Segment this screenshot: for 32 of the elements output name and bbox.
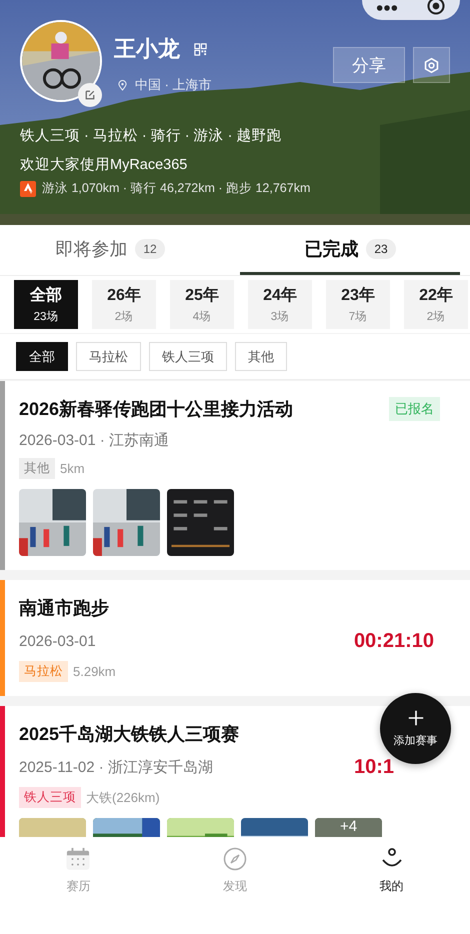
status-badge: 已报名 (389, 397, 440, 421)
year-filter[interactable]: 24年 3场 (248, 280, 312, 329)
race-card[interactable]: 2026新春驿传跑团十公里接力活动 已报名 2026-03-01 · 江苏南通 其他 5km (0, 381, 470, 570)
race-card[interactable]: 南通市跑步 2026-03-01 00:21:10 马拉松 5.29km (0, 580, 470, 696)
year-filter[interactable]: 26年 2场 (92, 280, 156, 329)
year-filter[interactable]: 22年 2场 (404, 280, 468, 329)
race-distance: 5km (60, 461, 85, 476)
calendar-icon (66, 847, 90, 871)
race-date: 2026-03-01 (19, 633, 96, 650)
year-filter[interactable]: 23年 7场 (326, 280, 390, 329)
race-distance: 5.29km (73, 664, 116, 679)
category-filter[interactable]: 全部 (16, 342, 68, 371)
category-filter[interactable]: 马拉松 (76, 342, 141, 371)
year-filter[interactable]: 全部 23场 (14, 280, 78, 329)
more-photos-count[interactable]: +4 (315, 818, 382, 836)
race-date: 2026-03-01 · 江苏南通 (19, 431, 170, 450)
race-date: 2025-11-02 · 浙江淳安千岛湖 (19, 758, 213, 777)
year-filter[interactable]: 25年 4场 (170, 280, 234, 329)
count-badge: 12 (135, 238, 165, 258)
category-filter[interactable]: 其他 (235, 342, 287, 371)
race-title: 2025千岛湖大铁铁人三项赛 (19, 723, 240, 746)
plus-icon (406, 709, 424, 727)
count-badge: 23 (366, 238, 396, 258)
compass-icon (223, 847, 247, 871)
race-title: 南通市跑步 (19, 597, 109, 620)
category-filter[interactable]: 铁人三项 (149, 342, 227, 371)
race-title: 2026新春驿传跑团十公里接力活动 (19, 398, 294, 421)
category-tag: 其他 (19, 458, 55, 479)
finish-time: 00:21:10 (354, 630, 434, 653)
race-distance: 大铁(226km) (86, 788, 160, 806)
category-tag: 马拉松 (19, 661, 68, 682)
category-tag: 铁人三项 (19, 787, 81, 808)
